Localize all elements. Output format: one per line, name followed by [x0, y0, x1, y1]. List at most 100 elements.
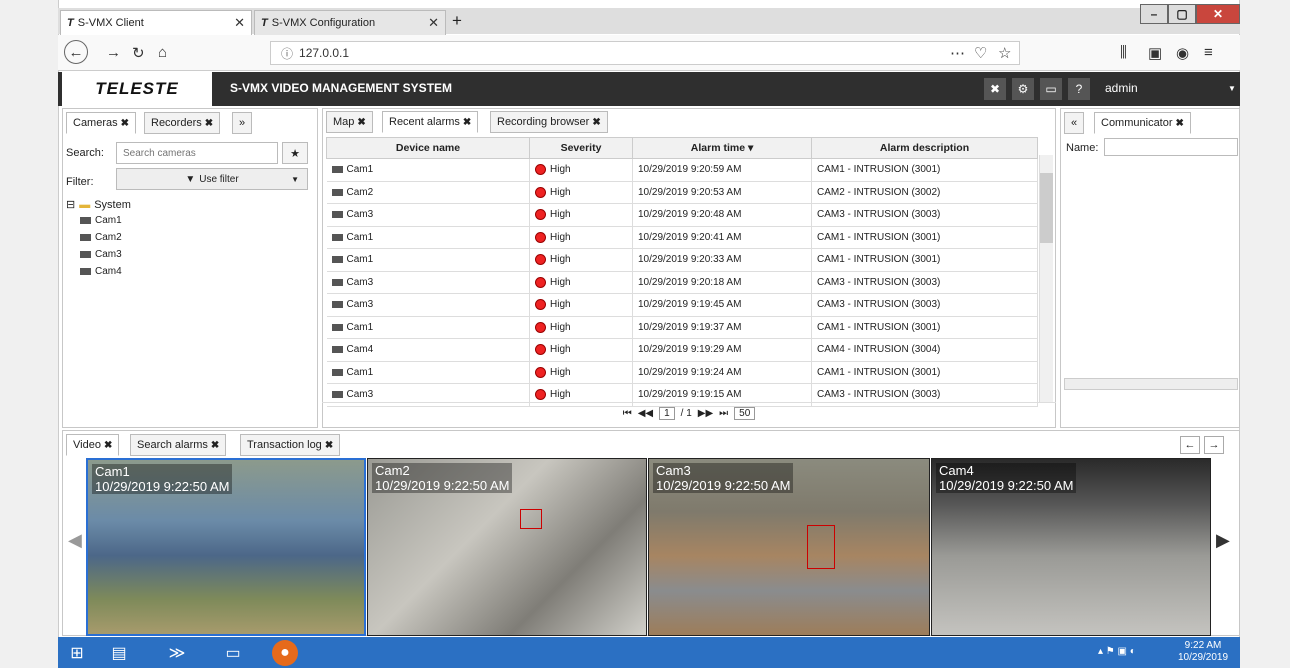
- carousel-right-icon[interactable]: ▶: [1216, 530, 1230, 551]
- table-row[interactable]: Cam1 High 10/29/2019 9:20:59 AM CAM1 - INTR…: [326, 158, 1038, 182]
- url-bar[interactable]: ⓘ 127.0.0.1: [270, 41, 1020, 65]
- close-icon[interactable]: ✖: [325, 440, 333, 451]
- column-header-description[interactable]: Alarm description: [811, 137, 1038, 159]
- table-row[interactable]: Cam4 High 10/29/2019 9:19:29 AM CAM4 - INTR…: [326, 338, 1038, 362]
- close-icon[interactable]: ✖: [104, 440, 112, 451]
- alarm-time-cell: 10/29/2019 9:20:48 AM: [632, 203, 812, 227]
- table-scrollbar[interactable]: [1039, 155, 1053, 403]
- next-page-icon[interactable]: ▶▶: [698, 408, 713, 419]
- maximize-button[interactable]: ▢: [1168, 4, 1196, 24]
- video-tile-cam2[interactable]: Cam2 10/29/2019 9:22:50 AM: [367, 458, 647, 636]
- tree-item-cam1[interactable]: Cam1: [80, 212, 122, 229]
- column-header-severity[interactable]: Severity: [529, 137, 633, 159]
- reload-icon[interactable]: ↻: [132, 44, 145, 62]
- library-icon[interactable]: ⫼: [1120, 44, 1127, 61]
- column-header-device[interactable]: Device name: [326, 137, 530, 159]
- prev-page-icon[interactable]: ◀◀: [638, 408, 653, 419]
- column-header-alarm-time[interactable]: Alarm time ▾: [632, 137, 812, 159]
- alarm-time-cell: 10/29/2019 9:19:37 AM: [632, 316, 812, 339]
- nav-next-button[interactable]: →: [1204, 436, 1224, 454]
- account-icon[interactable]: ◉: [1176, 44, 1189, 62]
- forward-icon[interactable]: →: [106, 44, 121, 61]
- back-icon[interactable]: ←: [64, 40, 88, 64]
- sidebar-icon[interactable]: ▣: [1148, 44, 1162, 62]
- collapse-panel-button[interactable]: «: [1064, 112, 1085, 134]
- close-icon[interactable]: ✖: [1176, 118, 1184, 129]
- search-cameras-input[interactable]: [116, 142, 278, 164]
- bookmark-star-icon[interactable]: ☆: [998, 44, 1011, 62]
- video-tile-cam3[interactable]: Cam3 10/29/2019 9:22:50 AM: [648, 458, 930, 636]
- page-actions-icon[interactable]: ⋯: [950, 44, 965, 62]
- device-cell: Cam3: [326, 293, 530, 317]
- close-icon[interactable]: ✖: [211, 440, 219, 451]
- severity-high-icon: [535, 164, 546, 176]
- tree-item-cam4[interactable]: Cam4: [80, 263, 122, 280]
- help-icon[interactable]: ?: [1068, 78, 1090, 100]
- browser-tab-configuration[interactable]: T S-VMX Configuration ✕: [254, 10, 446, 35]
- user-menu[interactable]: admin: [1105, 81, 1138, 95]
- monitor-icon[interactable]: ▭: [1040, 78, 1062, 100]
- last-page-icon[interactable]: ⏭: [719, 408, 728, 419]
- server-manager-icon[interactable]: ▤: [104, 640, 134, 666]
- tree-item-cam2[interactable]: Cam2: [80, 229, 122, 246]
- info-icon: ⓘ: [281, 46, 294, 61]
- nav-prev-button[interactable]: ←: [1180, 436, 1200, 454]
- tab-communicator[interactable]: Communicator ✖: [1094, 112, 1191, 134]
- close-icon[interactable]: ✖: [592, 117, 600, 128]
- carousel-left-icon[interactable]: ◀: [68, 530, 82, 551]
- table-row[interactable]: Cam3 High 10/29/2019 9:20:18 AM CAM3 - INTR…: [326, 271, 1038, 294]
- table-row[interactable]: Cam2 High 10/29/2019 9:20:53 AM CAM2 - INTR…: [326, 181, 1038, 204]
- table-row[interactable]: Cam3 High 10/29/2019 9:20:48 AM CAM3 - INTR…: [326, 203, 1038, 227]
- close-icon[interactable]: ✕: [428, 15, 439, 31]
- tray-icons[interactable]: ▴ ⚑ ▣ ◐: [1098, 646, 1136, 657]
- firefox-icon[interactable]: ●: [272, 640, 298, 666]
- filter-dropdown[interactable]: ▼ Use filter ▼: [116, 168, 308, 190]
- new-tab-button[interactable]: +: [452, 11, 462, 31]
- table-row[interactable]: Cam1 High 10/29/2019 9:20:41 AM CAM1 - INTR…: [326, 226, 1038, 249]
- tab-recording-browser[interactable]: Recording browser ✖: [490, 111, 608, 133]
- table-row[interactable]: Cam1 High 10/29/2019 9:19:24 AM CAM1 - INTR…: [326, 361, 1038, 384]
- page-size-select[interactable]: 50: [734, 407, 756, 420]
- close-icon[interactable]: ✖: [121, 118, 129, 129]
- first-page-icon[interactable]: ⏮: [623, 408, 632, 419]
- browser-tab-client[interactable]: T S-VMX Client ✕: [60, 10, 252, 35]
- tab-video[interactable]: Video ✖: [66, 434, 120, 456]
- table-row[interactable]: Cam1 High 10/29/2019 9:20:33 AM CAM1 - INTR…: [326, 248, 1038, 272]
- windows-start-icon[interactable]: ⊞: [62, 640, 92, 666]
- page-select[interactable]: 1: [659, 407, 675, 420]
- tab-transaction-log[interactable]: Transaction log ✖: [240, 434, 341, 456]
- close-icon[interactable]: ✖: [357, 117, 365, 128]
- tree-item-cam3[interactable]: Cam3: [80, 246, 122, 263]
- severity-high-icon: [535, 231, 546, 243]
- tab-map[interactable]: Map ✖: [326, 111, 373, 133]
- settings-icon[interactable]: ⚙: [1012, 78, 1034, 100]
- minimize-button[interactable]: –: [1140, 4, 1168, 24]
- table-row[interactable]: Cam1 High 10/29/2019 9:19:37 AM CAM1 - INTR…: [326, 316, 1038, 339]
- powershell-icon[interactable]: ≫: [162, 640, 192, 666]
- horizontal-scrollbar[interactable]: [1064, 378, 1238, 390]
- tab-search-alarms[interactable]: Search alarms ✖: [130, 434, 227, 456]
- close-icon[interactable]: ✕: [234, 15, 245, 31]
- close-icon[interactable]: ✖: [463, 117, 471, 128]
- tree-root-system[interactable]: ⊟ ▬ System: [66, 198, 131, 212]
- close-icon[interactable]: ✖: [205, 118, 213, 129]
- name-input[interactable]: [1104, 138, 1238, 156]
- menu-icon[interactable]: ≡: [1204, 44, 1213, 61]
- tab-recent-alarms[interactable]: Recent alarms ✖: [382, 111, 479, 133]
- video-tile-cam4[interactable]: Cam4 10/29/2019 9:22:50 AM: [931, 458, 1211, 636]
- close-window-button[interactable]: ✕: [1196, 4, 1240, 24]
- taskbar-clock[interactable]: 9:22 AM 10/29/2019: [1178, 640, 1228, 664]
- table-row[interactable]: Cam3 High 10/29/2019 9:19:45 AM CAM3 - INTR…: [326, 293, 1038, 317]
- chevron-down-icon[interactable]: ▼: [1228, 84, 1236, 93]
- fullscreen-icon[interactable]: ✖: [984, 78, 1006, 100]
- file-explorer-icon[interactable]: ▭: [218, 640, 248, 666]
- favorite-star-button[interactable]: ★: [282, 142, 308, 164]
- tab-recorders[interactable]: Recorders ✖: [144, 112, 221, 134]
- scrollbar-thumb[interactable]: [1040, 173, 1053, 243]
- search-label: Search:: [66, 147, 104, 159]
- tab-cameras[interactable]: Cameras ✖: [66, 112, 137, 134]
- tab-more[interactable]: »: [232, 112, 253, 134]
- home-icon[interactable]: ⌂: [158, 44, 167, 61]
- pocket-icon[interactable]: ♡: [974, 44, 987, 62]
- video-tile-cam1[interactable]: Cam1 10/29/2019 9:22:50 AM: [86, 458, 366, 636]
